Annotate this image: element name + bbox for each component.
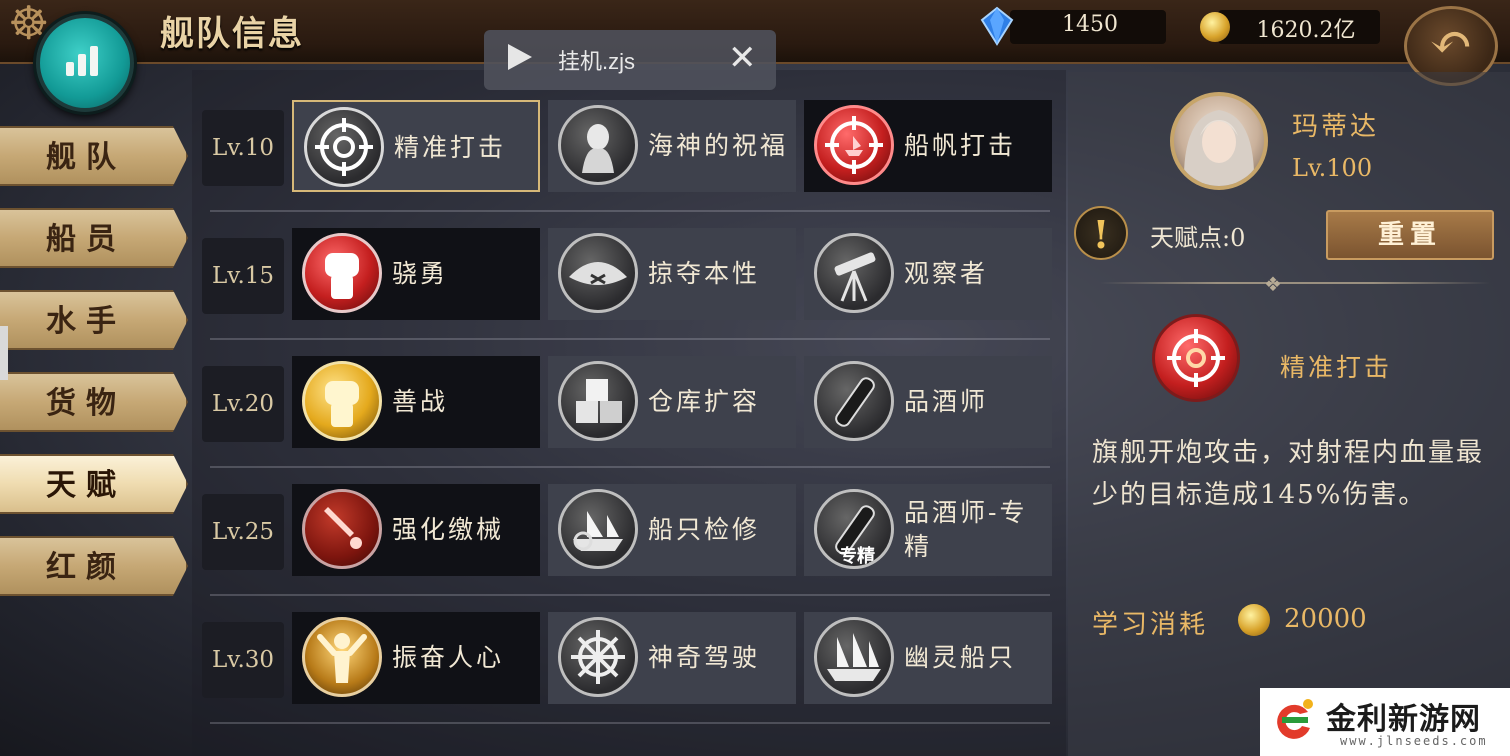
talent-name: 善战 (392, 387, 449, 416)
talent-name: 神奇驾驶 (648, 643, 761, 672)
macro-file-label: 挂机.zjs (558, 49, 636, 74)
gem-value: 1450 (1062, 12, 1118, 37)
row-divider (210, 466, 1050, 468)
ornament-icon: ❖ (1264, 272, 1282, 296)
tab-cargo[interactable]: 货物 (0, 372, 188, 432)
learn-cost-value: 20000 (1284, 604, 1367, 634)
talent-cell-inspire[interactable]: 振奋人心 (292, 612, 540, 704)
talent-name: 骁勇 (392, 259, 449, 288)
talent-cell-valor[interactable]: 骁勇 (292, 228, 540, 320)
ship-repair-icon (558, 489, 638, 569)
tab-sailors[interactable]: 水手 (0, 290, 188, 350)
gold-coin-icon (1238, 604, 1270, 636)
talent-name: 观察者 (904, 259, 989, 288)
gold-coin-icon (1200, 12, 1230, 42)
fist-icon (302, 361, 382, 441)
stats-button[interactable] (36, 14, 134, 112)
talent-cell-observer[interactable]: 观察者 (804, 228, 1052, 320)
row-divider (210, 722, 1050, 724)
play-icon[interactable] (508, 44, 532, 70)
hero-avatar[interactable] (1170, 92, 1268, 190)
gold-value: 1620.2亿 (1256, 18, 1356, 43)
sail-target-icon (814, 105, 894, 185)
tab-crew[interactable]: 船员 (0, 208, 188, 268)
watermark-url: www.jlnseeds.com (1340, 734, 1488, 748)
gem-icon (980, 6, 1014, 46)
learn-cost-label: 学习消耗 (1092, 610, 1209, 640)
talent-cell-miracle-steering[interactable]: 神奇驾驶 (548, 612, 796, 704)
talent-name: 品酒师 (904, 387, 989, 416)
row-divider (210, 210, 1050, 212)
crosshair-icon (1152, 314, 1240, 402)
talent-cell-sail-strike[interactable]: 船帆打击 (804, 100, 1052, 192)
dagger-icon (302, 489, 382, 569)
mastery-tag: 专精 (839, 546, 875, 567)
level-label: Lv.30 (202, 622, 284, 698)
row-divider (210, 338, 1050, 340)
talent-name: 品酒师-专精 (904, 498, 1028, 561)
level-label: Lv.20 (202, 366, 284, 442)
watermark-title: 金利新游网 (1326, 702, 1481, 737)
talent-cell-sea-god-blessing[interactable]: 海神的祝福 (548, 100, 796, 192)
hero-name: 玛蒂达 (1292, 112, 1380, 142)
ghost-ship-icon (814, 617, 894, 697)
talent-name: 海神的祝福 (648, 131, 789, 160)
tab-beauty[interactable]: 红颜 (0, 536, 188, 596)
fist-icon (302, 233, 382, 313)
stats-bar-icon (78, 54, 86, 76)
selected-talent-name: 精准打击 (1280, 353, 1393, 382)
stats-bar-icon (90, 46, 98, 76)
bottle-icon (814, 361, 894, 441)
talent-cell-warlike[interactable]: 善战 (292, 356, 540, 448)
talent-name: 振奋人心 (392, 643, 505, 672)
sea-god-icon (558, 105, 638, 185)
close-icon[interactable]: ✕ (728, 38, 757, 78)
level-label: Lv.10 (202, 110, 284, 186)
talent-name: 掠夺本性 (648, 259, 761, 288)
exclamation-icon[interactable]: ! (1074, 206, 1128, 260)
telescope-icon (814, 233, 894, 313)
row-divider (210, 594, 1050, 596)
talent-cell-plunder-nature[interactable]: 掠夺本性 (548, 228, 796, 320)
talent-cell-ghost-ship[interactable]: 幽灵船只 (804, 612, 1052, 704)
ship-wheel-icon (558, 617, 638, 697)
talent-name: 幽灵船只 (904, 643, 1017, 672)
crosshair-icon (304, 107, 384, 187)
talent-cell-precision-strike[interactable]: 精准打击 (292, 100, 540, 192)
cheering-man-icon (302, 617, 382, 697)
talent-detail-panel (1068, 72, 1510, 756)
pirate-hat-icon (558, 233, 638, 313)
page-title: 舰队信息 (160, 14, 304, 54)
hero-level: Lv.100 (1292, 154, 1373, 182)
bottle-icon: 专精 (814, 489, 894, 569)
level-label: Lv.15 (202, 238, 284, 314)
talent-cell-ship-repair[interactable]: 船只检修 (548, 484, 796, 576)
talent-cell-sommelier-mastery[interactable]: 专精 品酒师-专精 (804, 484, 1052, 576)
back-arrow-icon: ↶ (1429, 13, 1473, 73)
talent-cell-enhanced-disarm[interactable]: 强化缴械 (292, 484, 540, 576)
ornament-divider (1100, 282, 1490, 284)
talent-points: 天赋点:0 (1150, 224, 1246, 252)
talent-description: 旗舰开炮攻击，对射程内血量最少的目标造成145%伤害。 (1092, 438, 1485, 510)
edge-handle[interactable] (0, 326, 8, 380)
talent-name: 仓库扩容 (648, 387, 761, 416)
stats-bar-icon (66, 62, 74, 76)
talent-cell-sommelier[interactable]: 品酒师 (804, 356, 1052, 448)
talent-name: 强化缴械 (392, 515, 505, 544)
site-logo-icon (1277, 699, 1313, 739)
talent-cell-warehouse-expansion[interactable]: 仓库扩容 (548, 356, 796, 448)
reset-button[interactable]: 重置 (1326, 210, 1494, 260)
level-label: Lv.25 (202, 494, 284, 570)
tab-fleet[interactable]: 舰队 (0, 126, 188, 186)
talent-name: 船帆打击 (904, 131, 1017, 160)
tab-talent[interactable]: 天赋 (0, 454, 188, 514)
crates-icon (558, 361, 638, 441)
talent-name: 精准打击 (394, 133, 507, 162)
talent-name: 船只检修 (648, 515, 761, 544)
